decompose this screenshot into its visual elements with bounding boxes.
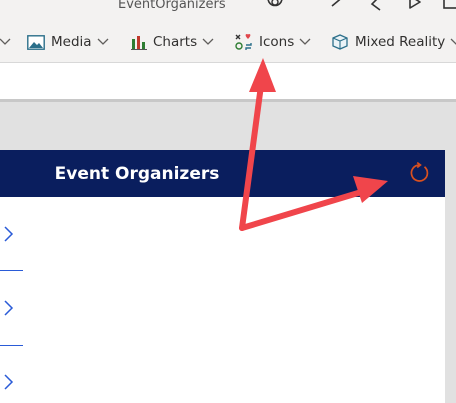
ribbon-charts-label: Charts bbox=[153, 34, 198, 50]
header-bar: Event Organizers bbox=[0, 150, 445, 197]
back-icon[interactable] bbox=[366, 0, 386, 14]
image-icon bbox=[27, 34, 45, 50]
chevron-right-icon[interactable] bbox=[2, 372, 14, 392]
chevron-right-icon[interactable] bbox=[2, 298, 14, 318]
chevron-down-icon bbox=[450, 38, 456, 46]
chevron-right-icon[interactable] bbox=[2, 224, 14, 244]
window-icon[interactable] bbox=[440, 0, 456, 14]
row-divider bbox=[0, 270, 23, 271]
shapes-icon bbox=[235, 33, 253, 51]
app-screen: Event Organizers bbox=[0, 150, 445, 403]
ribbon-mixed-reality-label: Mixed Reality bbox=[355, 34, 446, 50]
formula-bar[interactable] bbox=[0, 62, 456, 100]
chevron-down-icon bbox=[97, 38, 109, 46]
feedback-icon[interactable] bbox=[262, 0, 288, 14]
ribbon-media-button[interactable]: Media bbox=[27, 22, 109, 62]
ribbon-mixed-reality-button[interactable]: Mixed Reality bbox=[331, 22, 456, 62]
cube-icon bbox=[331, 34, 349, 50]
chevron-down-icon bbox=[0, 38, 11, 46]
app-title: EventOrganizers bbox=[118, 0, 226, 12]
header-title: Event Organizers bbox=[54, 164, 220, 184]
undo-icon[interactable] bbox=[328, 0, 350, 14]
play-icon[interactable] bbox=[404, 0, 424, 14]
chevron-down-icon bbox=[299, 38, 311, 46]
bar-chart-icon bbox=[131, 34, 147, 50]
ribbon-charts-button[interactable]: Charts bbox=[131, 22, 214, 62]
ribbon-media-label: Media bbox=[51, 34, 92, 50]
insert-ribbon: Media Charts Icons Mixed Reality bbox=[0, 22, 456, 62]
title-bar: EventOrganizers bbox=[0, 0, 456, 22]
refresh-icon[interactable] bbox=[408, 162, 430, 184]
row-divider bbox=[0, 345, 23, 346]
chevron-down-icon bbox=[202, 38, 214, 46]
ribbon-icons-button[interactable]: Icons bbox=[235, 22, 311, 62]
ribbon-chevron-partial[interactable] bbox=[0, 22, 11, 62]
ribbon-icons-label: Icons bbox=[259, 34, 295, 50]
